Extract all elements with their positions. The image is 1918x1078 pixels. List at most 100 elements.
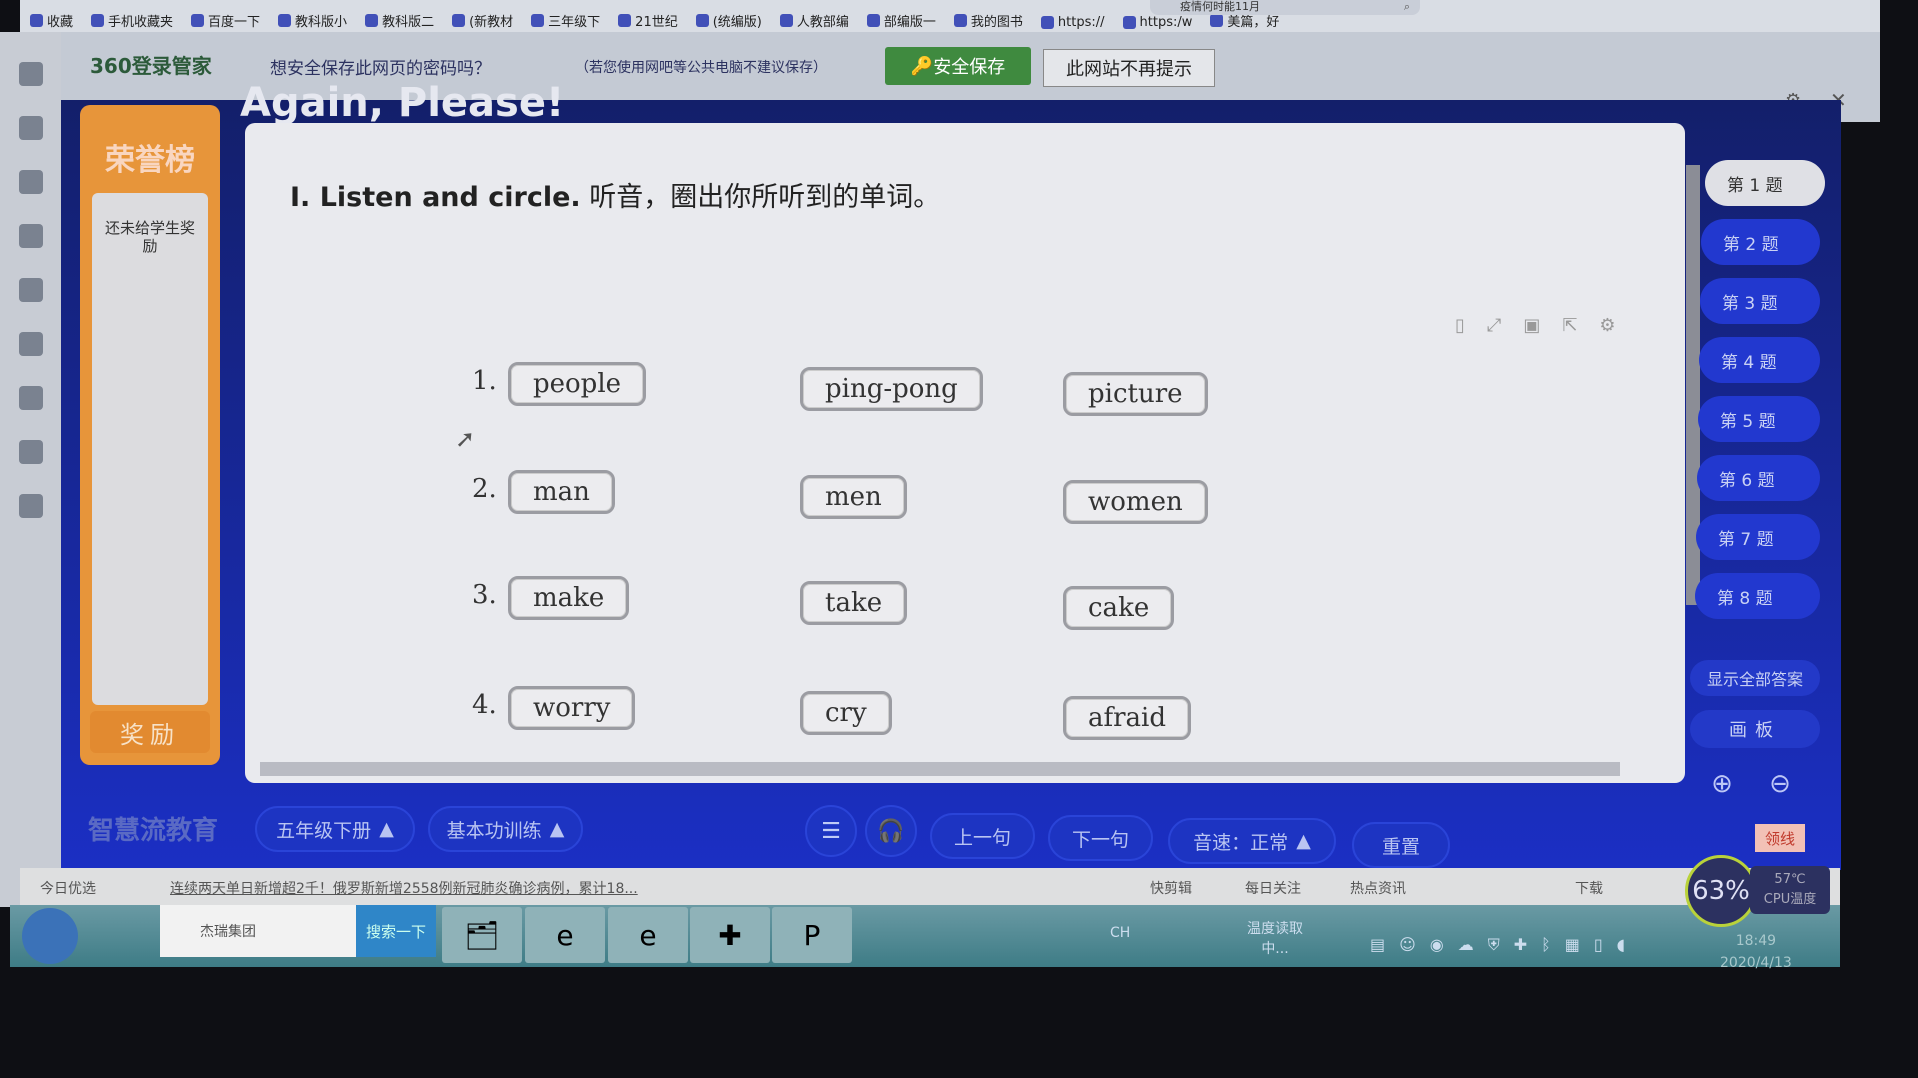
browser-green-icon[interactable]: e (525, 907, 605, 963)
settings-icon[interactable]: ⚙ (1599, 315, 1615, 336)
word-option[interactable]: women (1063, 480, 1208, 524)
question-tab[interactable]: 第 4 题 (1699, 337, 1820, 383)
headphones-icon[interactable]: 🎧 (865, 805, 917, 857)
bookmark-item[interactable]: 教科版小 (278, 11, 347, 30)
cpu-badge[interactable]: 领线 (1755, 824, 1805, 852)
browser-sidebar (0, 32, 61, 907)
bookmark-icon (278, 14, 292, 27)
ie-browser-icon[interactable]: e (608, 907, 688, 963)
app-icon[interactable] (18, 278, 43, 302)
question-tab[interactable]: 第 3 题 (1700, 278, 1820, 324)
search-icon[interactable]: ⌕ (1404, 0, 1410, 14)
module-dropdown[interactable]: 基本功训练 ▲ (428, 806, 583, 852)
word-option[interactable]: afraid (1063, 696, 1192, 740)
word-option[interactable]: cake (1063, 586, 1175, 630)
word-option[interactable]: make (508, 576, 630, 620)
app-icon[interactable] (18, 494, 43, 518)
question-tab[interactable]: 第 6 题 (1697, 455, 1820, 501)
drawing-board-button[interactable]: 画板 (1690, 710, 1820, 748)
list-icon[interactable]: ☰ (805, 805, 857, 857)
news-item-download[interactable]: 下载 (1575, 878, 1603, 898)
app-icon[interactable] (18, 332, 43, 356)
app-icon[interactable] (18, 170, 43, 194)
app-icon[interactable] (18, 440, 43, 464)
horizontal-scrollbar[interactable] (260, 762, 1620, 776)
bookmark-icon (1040, 16, 1054, 29)
zoom-out-icon[interactable]: ⊖ (1758, 762, 1802, 806)
news-headline[interactable]: 连续两天单日新增超2千！俄罗斯新增2558例新冠肺炎确诊病例，累计18... (170, 878, 638, 898)
bookmark-icon (365, 14, 379, 27)
question-tab[interactable]: 第 2 题 (1701, 219, 1820, 265)
save-icon[interactable]: ▣ (1523, 315, 1540, 336)
word-option[interactable]: cry (800, 691, 892, 735)
news-item-hot[interactable]: 热点资讯 (1350, 878, 1406, 898)
news-item-follow[interactable]: 每日关注 (1245, 878, 1301, 898)
question-tab[interactable]: 第 5 题 (1698, 396, 1820, 442)
caret-up-icon: ▲ (1296, 830, 1311, 852)
language-indicator[interactable]: CH (1110, 925, 1130, 941)
news-item-clip[interactable]: 快剪辑 (1150, 878, 1192, 898)
bookmark-item[interactable]: (统编版) (695, 11, 762, 30)
file-manager-icon[interactable]: 🗂 (442, 907, 522, 963)
fullscreen-icon[interactable]: ⤢ (1487, 315, 1501, 336)
bookmark-item[interactable]: 教科版二 (365, 11, 434, 30)
bookmark-item[interactable]: 我的图书 (953, 11, 1023, 30)
word-option[interactable]: people (508, 362, 647, 406)
bookmark-item[interactable]: https:// (1040, 15, 1105, 30)
bookmark-item[interactable]: https:/w (1122, 15, 1192, 30)
360-safe-icon[interactable]: ✚ (690, 907, 770, 963)
bookmark-icon[interactable]: ▯ (1455, 315, 1465, 336)
mouse-cursor: ➚ (455, 425, 476, 453)
grade-dropdown[interactable]: 五年级下册 ▲ (255, 806, 415, 852)
honor-title: 荣誉榜 (105, 143, 195, 178)
prev-sentence-button[interactable]: 上一句 (930, 813, 1035, 859)
reward-button[interactable]: 奖励 (90, 711, 210, 753)
cpu-usage-gauge[interactable]: 63% (1685, 855, 1757, 927)
bookmark-item[interactable]: 百度一下 (191, 11, 260, 30)
word-option[interactable]: worry (508, 686, 636, 730)
app-icon[interactable] (18, 224, 43, 248)
never-remind-button[interactable]: 此网站不再提示 (1043, 49, 1215, 87)
question-list: 第 1 题第 2 题第 3 题第 4 题第 5 题第 6 题第 7 题第 8 题 (1690, 160, 1825, 632)
taskbar-search-button[interactable]: 搜索一下 (356, 905, 436, 957)
app-p-icon[interactable]: P (772, 907, 852, 963)
taskbar-search-input[interactable]: 杰瑞集团 (160, 905, 356, 957)
bookmark-icon (531, 14, 545, 27)
zoom-in-icon[interactable]: ⊕ (1700, 762, 1744, 806)
show-all-answers-button[interactable]: 显示全部答案 (1690, 660, 1820, 696)
bookmark-item[interactable]: 手机收藏夹 (91, 11, 173, 30)
address-text: 疫情何时能11月 (1180, 0, 1260, 13)
bookmark-item[interactable]: 人教部编 (779, 11, 849, 30)
clock[interactable]: 18:49 2020/4/13 (1720, 930, 1792, 974)
word-option[interactable]: men (800, 475, 907, 519)
tray-icons[interactable]: ▤☺◉☁⛨✚ᛒ▦▯◖ (1370, 935, 1639, 955)
bookmark-item[interactable]: 收藏 (30, 11, 73, 30)
key-icon: 🔑 (910, 55, 934, 77)
bookmark-item[interactable]: 三年级下 (531, 11, 600, 30)
word-option[interactable]: take (800, 581, 908, 625)
word-option[interactable]: ping-pong (800, 367, 983, 411)
news-bar: 今日优选 连续两天单日新增超2千！俄罗斯新增2558例新冠肺炎确诊病例，累计18… (20, 868, 1840, 906)
bookmark-item[interactable]: 部编版一 (866, 11, 936, 30)
save-password-button[interactable]: 🔑 安全保存 (885, 47, 1031, 85)
item-number: 1. (472, 366, 497, 396)
next-sentence-button[interactable]: 下一句 (1048, 815, 1153, 861)
content-tools: ▯ ⤢ ▣ ⇱ ⚙ (1455, 315, 1616, 336)
speed-dropdown[interactable]: 音速：正常 ▲ (1168, 818, 1336, 864)
word-option[interactable]: picture (1063, 372, 1208, 416)
password-note: （若您使用网吧等公共电脑不建议保存） (575, 60, 827, 76)
question-tab[interactable]: 第 8 题 (1695, 573, 1820, 619)
question-tab[interactable]: 第 1 题 (1705, 160, 1825, 206)
app-icon[interactable] (18, 116, 43, 140)
bookmark-icon (191, 14, 205, 27)
share-icon[interactable]: ⇱ (1562, 315, 1577, 336)
address-search-box[interactable]: 疫情何时能11月 ⌕ (1150, 0, 1420, 15)
start-button[interactable] (22, 908, 78, 964)
question-tab[interactable]: 第 7 题 (1696, 514, 1820, 560)
reset-button[interactable]: 重置 (1352, 822, 1450, 868)
star-icon[interactable] (18, 62, 43, 86)
app-icon[interactable] (18, 386, 43, 410)
bookmark-item[interactable]: 21世纪 (618, 11, 678, 30)
word-option[interactable]: man (508, 470, 615, 514)
bookmark-item[interactable]: (新教材 (452, 11, 513, 30)
